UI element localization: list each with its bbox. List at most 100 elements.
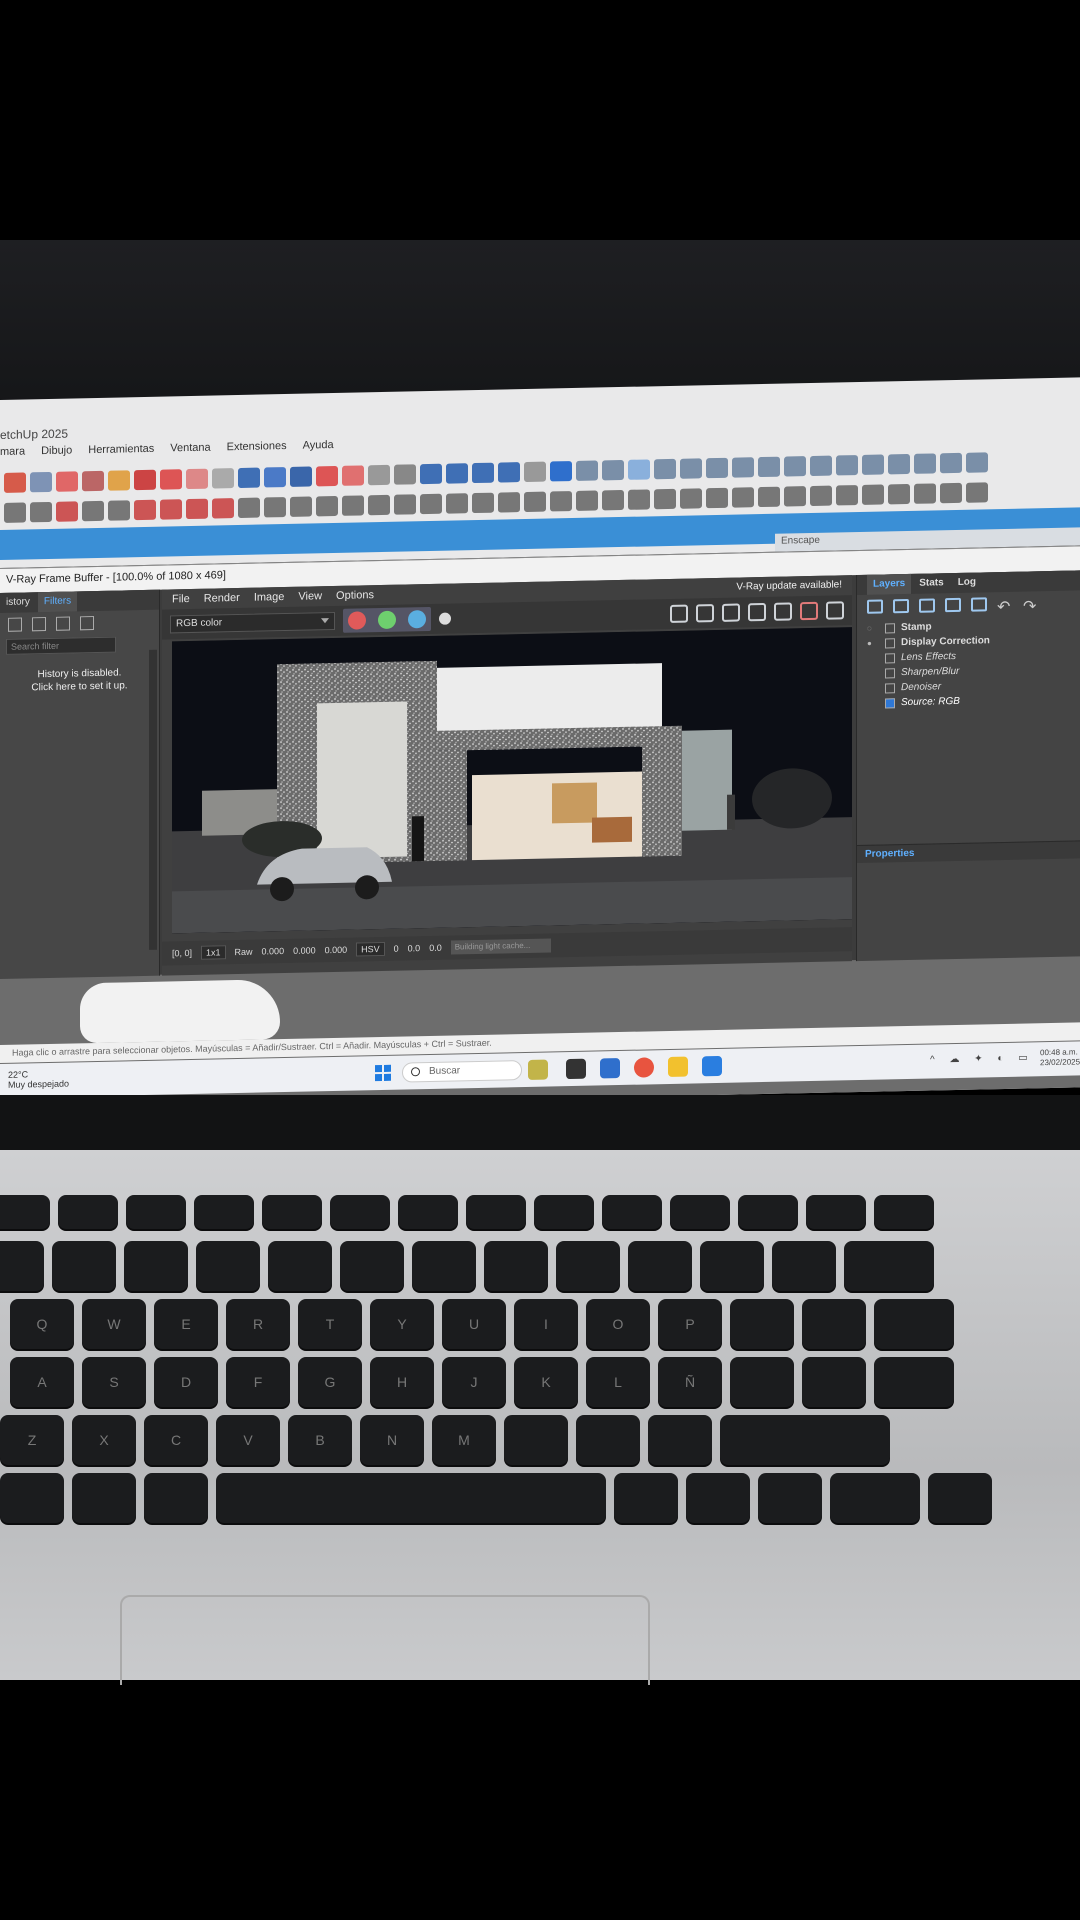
tab-history[interactable]: istory: [0, 592, 36, 613]
tool-icon[interactable]: [108, 500, 130, 521]
key-l[interactable]: L: [586, 1357, 650, 1407]
add-layer-icon[interactable]: [867, 599, 883, 614]
tab-filters[interactable]: Filters: [37, 591, 78, 613]
save-history-icon[interactable]: [8, 617, 22, 632]
trackpad[interactable]: [120, 1595, 650, 1685]
arrow-right-key[interactable]: [928, 1473, 992, 1523]
key-g[interactable]: G: [298, 1357, 362, 1407]
windows-key[interactable]: [72, 1473, 136, 1523]
tool-icon[interactable]: [368, 494, 390, 516]
key-u[interactable]: U: [442, 1299, 506, 1349]
tool-icon[interactable]: [784, 486, 806, 507]
key[interactable]: [262, 1195, 322, 1229]
key[interactable]: [648, 1415, 712, 1465]
compare-icon[interactable]: [32, 617, 46, 632]
key-o[interactable]: O: [586, 1299, 650, 1349]
key-z[interactable]: Z: [0, 1415, 64, 1465]
key-w[interactable]: W: [82, 1299, 146, 1349]
app-icon[interactable]: [600, 1058, 620, 1079]
key[interactable]: [194, 1195, 254, 1229]
tool-icon[interactable]: [524, 461, 546, 483]
key[interactable]: [772, 1241, 836, 1291]
update-notice[interactable]: V-Ray update available!: [736, 579, 842, 592]
tool-icon[interactable]: [160, 499, 182, 520]
taskbar-search[interactable]: Buscar: [402, 1060, 522, 1083]
alpha-channel-icon[interactable]: [439, 612, 451, 625]
tool-icon[interactable]: [680, 488, 702, 509]
key[interactable]: [576, 1415, 640, 1465]
key[interactable]: [802, 1299, 866, 1349]
delete-icon[interactable]: [80, 616, 94, 631]
tool-icon[interactable]: [30, 501, 52, 523]
tab-stats[interactable]: Stats: [913, 573, 949, 594]
tool-icon[interactable]: [966, 482, 988, 503]
load-icon[interactable]: [56, 616, 70, 631]
key[interactable]: [802, 1357, 866, 1407]
tool-icon[interactable]: [862, 454, 884, 475]
menu-camara[interactable]: mara: [0, 445, 25, 458]
tool-icon[interactable]: [82, 470, 104, 492]
key-t[interactable]: T: [298, 1299, 362, 1349]
tool-icon[interactable]: [836, 485, 858, 506]
key-r[interactable]: R: [226, 1299, 290, 1349]
clear-image-icon[interactable]: [696, 604, 714, 623]
key[interactable]: [628, 1241, 692, 1291]
tool-icon[interactable]: [134, 499, 156, 521]
tool-icon[interactable]: [498, 492, 520, 513]
key-h[interactable]: H: [370, 1357, 434, 1407]
menu-extensiones[interactable]: Extensiones: [227, 440, 287, 453]
key[interactable]: [126, 1195, 186, 1229]
chrome-icon[interactable]: [634, 1057, 654, 1078]
tool-icon[interactable]: [4, 472, 26, 493]
key[interactable]: [398, 1195, 458, 1229]
arrow-up-down-key[interactable]: [830, 1473, 920, 1523]
tab-layers[interactable]: Layers: [867, 573, 912, 595]
tool-icon[interactable]: [82, 500, 104, 522]
tool-icon[interactable]: [524, 491, 546, 513]
key[interactable]: [196, 1241, 260, 1291]
key-c[interactable]: C: [144, 1415, 208, 1465]
tool-icon[interactable]: [966, 452, 988, 473]
key[interactable]: [330, 1195, 390, 1229]
layer-checkbox[interactable]: [885, 697, 895, 708]
arrow-left-key[interactable]: [758, 1473, 822, 1523]
render-canvas[interactable]: [172, 627, 852, 934]
visibility-icon[interactable]: ◌: [867, 624, 879, 633]
tool-icon[interactable]: [758, 456, 780, 478]
tool-icon[interactable]: [576, 490, 598, 511]
tool-icon[interactable]: [30, 471, 52, 493]
key[interactable]: [700, 1241, 764, 1291]
ctrl-key[interactable]: [686, 1473, 750, 1523]
layer-checkbox[interactable]: [885, 622, 895, 633]
layer-checkbox[interactable]: [885, 637, 895, 648]
channel-select[interactable]: RGB color: [170, 611, 335, 634]
load-layers-icon[interactable]: [919, 598, 935, 613]
system-tray[interactable]: ^ ☁ ✦ ◐ ▭: [930, 1052, 1034, 1065]
tool-icon[interactable]: [550, 491, 572, 512]
key[interactable]: [504, 1415, 568, 1465]
tool-icon[interactable]: [56, 471, 78, 492]
tool-icon[interactable]: [602, 489, 624, 511]
key[interactable]: [144, 1473, 208, 1523]
tool-icon[interactable]: [810, 485, 832, 507]
key-y[interactable]: Y: [370, 1299, 434, 1349]
key-n[interactable]: N: [360, 1415, 424, 1465]
key-a[interactable]: A: [10, 1357, 74, 1407]
filter-search-input[interactable]: Search filter: [6, 636, 116, 655]
tool-icon[interactable]: [706, 457, 728, 479]
tool-icon[interactable]: [914, 453, 936, 474]
tool-icon[interactable]: [238, 497, 260, 519]
key-f[interactable]: F: [226, 1357, 290, 1407]
tool-icon[interactable]: [186, 468, 208, 490]
tool-icon[interactable]: [394, 464, 416, 485]
space-bar[interactable]: [216, 1473, 606, 1523]
menu-view[interactable]: View: [298, 590, 322, 602]
key-j[interactable]: J: [442, 1357, 506, 1407]
tool-icon[interactable]: [888, 453, 910, 475]
key-d[interactable]: D: [154, 1357, 218, 1407]
key-b[interactable]: B: [288, 1415, 352, 1465]
tool-icon[interactable]: [732, 457, 754, 478]
key[interactable]: [0, 1195, 50, 1229]
tool-icon[interactable]: [888, 483, 910, 505]
key[interactable]: [844, 1241, 934, 1291]
